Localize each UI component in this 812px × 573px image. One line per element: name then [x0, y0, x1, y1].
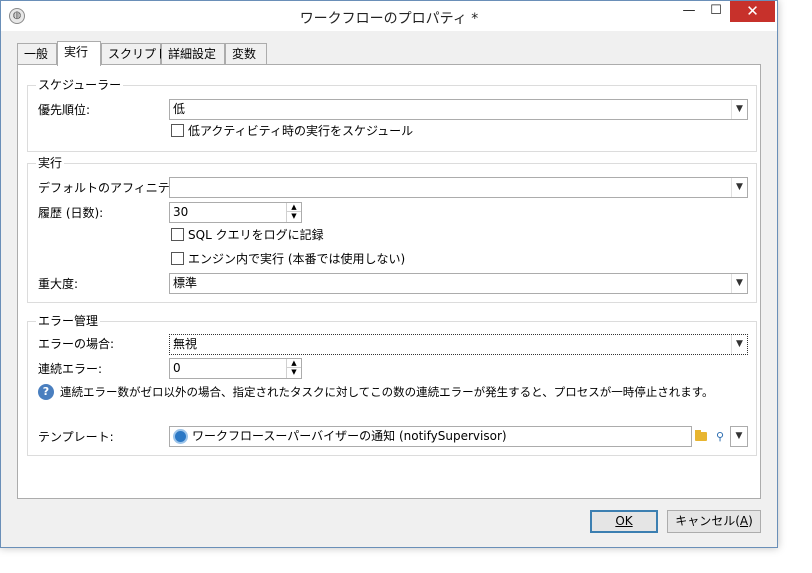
window-title: ワークフローのプロパティ *: [299, 11, 479, 27]
close-button[interactable]: ✕: [730, 1, 775, 22]
execution-group: 実行 デフォルトのアフィニティ: ▼ 履歴 (日数): 30 ▲ ▼ SQL ク…: [27, 156, 757, 303]
checkbox-box[interactable]: [171, 228, 184, 241]
scheduler-group-title: スケジューラー: [36, 78, 124, 92]
maximize-button[interactable]: ☐: [704, 1, 728, 22]
priority-select[interactable]: 低 ▼: [169, 99, 748, 120]
chevron-down-icon[interactable]: ▼: [731, 427, 747, 446]
engine-exec-label: エンジン内で実行 (本番では使用しない): [188, 252, 406, 266]
tab-panel: スケジューラー 優先順位: 低 ▼ 低アクティビティ時の実行をスケジュール 実行…: [17, 64, 761, 499]
chevron-down-icon[interactable]: ▼: [731, 274, 747, 293]
chevron-down-icon[interactable]: ▼: [731, 100, 747, 119]
tab-execution[interactable]: 実行: [57, 41, 101, 66]
template-icon: [173, 429, 188, 444]
ok-button[interactable]: OK: [590, 510, 658, 533]
consecutive-errors-value: 0: [173, 361, 181, 375]
on-error-label: エラーの場合:: [38, 337, 115, 351]
severity-value: 標準: [173, 276, 198, 290]
chevron-down-icon[interactable]: ▼: [731, 335, 747, 354]
tab-advanced[interactable]: 詳細設定: [161, 43, 225, 65]
chevron-down-icon[interactable]: ▼: [731, 178, 747, 197]
severity-label: 重大度:: [38, 277, 79, 291]
affinity-select[interactable]: ▼: [169, 177, 748, 198]
info-icon: ?: [38, 384, 54, 400]
cancel-label-suffix: ): [748, 514, 753, 528]
consecutive-errors-stepper[interactable]: 0 ▲ ▼: [169, 358, 302, 379]
low-activity-label: 低アクティビティ時の実行をスケジュール: [188, 124, 414, 138]
scheduler-group: スケジューラー 優先順位: 低 ▼ 低アクティビティ時の実行をスケジュール: [27, 78, 757, 152]
cancel-accesskey: A: [739, 514, 749, 528]
folder-button[interactable]: [692, 427, 710, 446]
stepper-arrows: ▲ ▼: [286, 203, 301, 222]
tab-script[interactable]: スクリプト: [101, 43, 168, 65]
folder-icon: [695, 430, 707, 441]
priority-value: 低: [173, 102, 186, 116]
error-group-title: エラー管理: [36, 314, 101, 328]
minimize-button[interactable]: —: [677, 1, 701, 22]
tab-general[interactable]: 一般: [17, 43, 57, 65]
severity-select[interactable]: 標準 ▼: [169, 273, 748, 294]
stepper-up-icon[interactable]: ▲: [287, 203, 301, 212]
tab-variables[interactable]: 変数: [225, 43, 267, 65]
stepper-down-icon[interactable]: ▼: [287, 212, 301, 221]
on-error-value: 無視: [173, 337, 198, 351]
stepper-up-icon[interactable]: ▲: [287, 359, 301, 368]
history-label: 履歴 (日数):: [38, 206, 104, 220]
execution-group-title: 実行: [36, 156, 65, 170]
cancel-button[interactable]: キャンセル(A): [667, 510, 761, 533]
affinity-label: デフォルトのアフィニティ:: [38, 181, 186, 195]
title-bar[interactable]: ◍ ワークフローのプロパティ * — ☐ ✕: [1, 1, 777, 31]
consecutive-errors-info: 連続エラー数がゼロ以外の場合、指定されたタスクに対してこの数の連続エラーが発生す…: [60, 385, 714, 399]
ok-label: OK: [615, 514, 633, 528]
cancel-label-prefix: キャンセル(: [675, 514, 740, 528]
sql-log-label: SQL クエリをログに記録: [188, 228, 324, 242]
consecutive-errors-label: 連続エラー:: [38, 362, 103, 376]
error-management-group: エラー管理 エラーの場合: 無視 ▼ 連続エラー: 0 ▲ ▼ ? 連続エラー数…: [27, 314, 757, 456]
on-error-select[interactable]: 無視 ▼: [169, 334, 748, 355]
stepper-down-icon[interactable]: ▼: [287, 368, 301, 377]
engine-exec-checkbox[interactable]: エンジン内で実行 (本番では使用しない): [171, 252, 405, 268]
checkbox-box[interactable]: [171, 252, 184, 265]
history-stepper[interactable]: 30 ▲ ▼: [169, 202, 302, 223]
checkbox-box[interactable]: [171, 124, 184, 137]
template-field[interactable]: ワークフロースーパーバイザーの通知 (notifySupervisor): [169, 426, 692, 447]
properties-dialog: ◍ ワークフローのプロパティ * — ☐ ✕ 一般 実行 スクリプト 詳細設定 …: [0, 0, 778, 548]
template-value: ワークフロースーパーバイザーの通知 (notifySupervisor): [192, 429, 507, 443]
low-activity-checkbox[interactable]: 低アクティビティ時の実行をスケジュール: [171, 124, 413, 140]
template-label: テンプレート:: [38, 430, 114, 444]
priority-label: 優先順位:: [38, 103, 91, 117]
sql-log-checkbox[interactable]: SQL クエリをログに記録: [171, 228, 324, 244]
template-dropdown[interactable]: ▼: [730, 426, 748, 447]
search-icon[interactable]: ⚲: [711, 427, 729, 446]
stepper-arrows: ▲ ▼: [286, 359, 301, 378]
history-value: 30: [173, 205, 189, 219]
